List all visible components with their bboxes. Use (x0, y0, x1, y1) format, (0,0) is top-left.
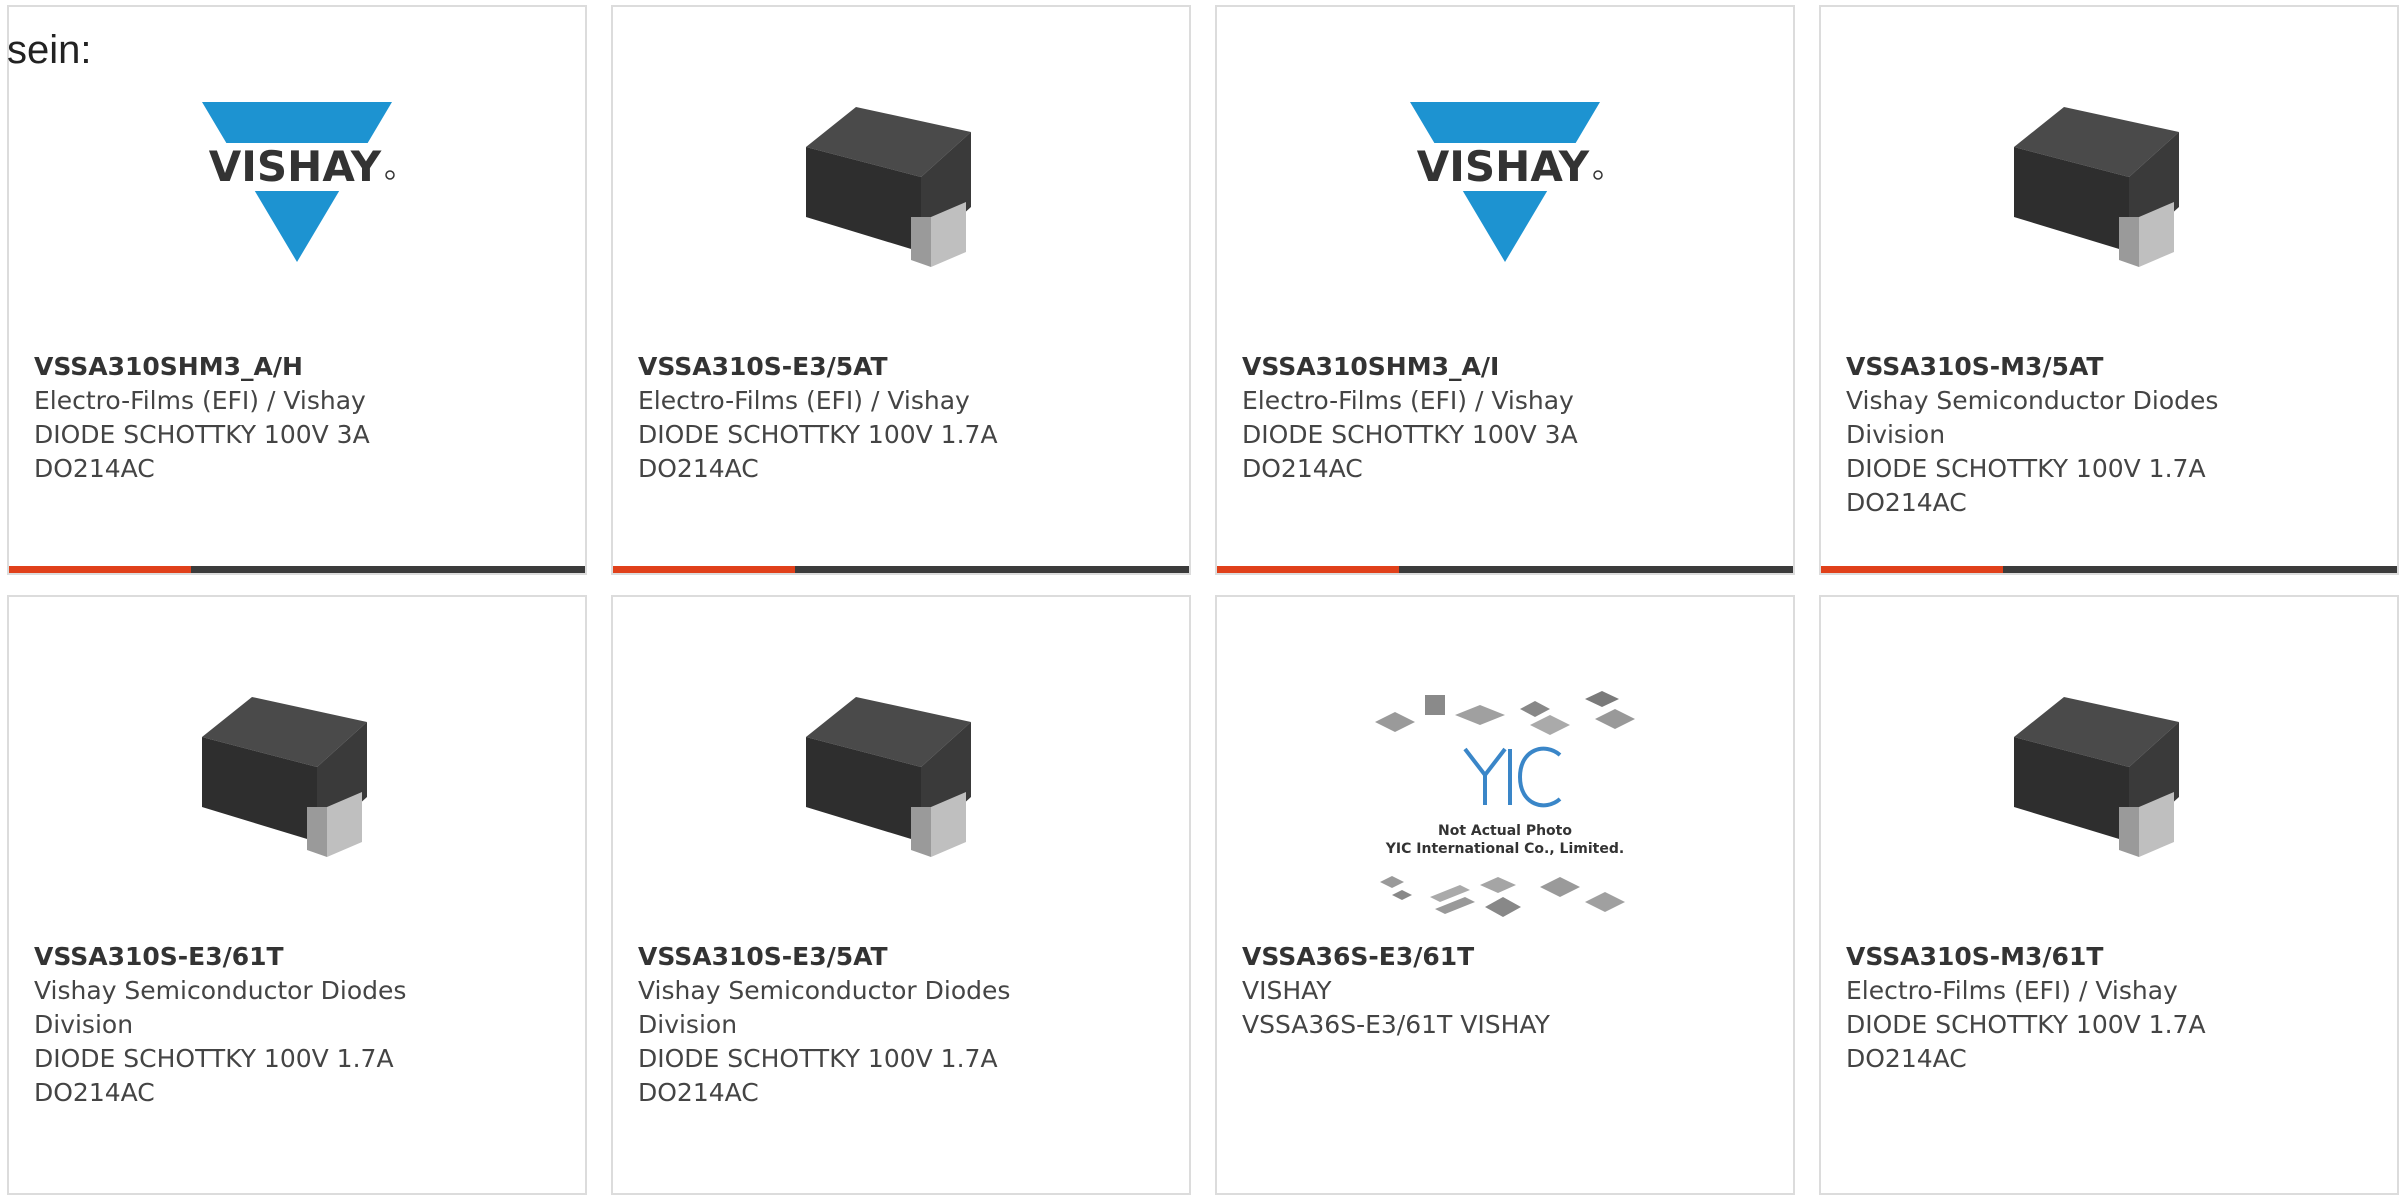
package: DO214AC (638, 1078, 759, 1107)
product-card[interactable]: VSSA310S-M3/61T Electro-Films (EFI) / Vi… (1819, 595, 2399, 1195)
description: DIODE SCHOTTKY 100V 3A (1242, 420, 1578, 449)
diode-package-icon (796, 667, 1006, 877)
package: DO214AC (1846, 488, 1967, 517)
product-card[interactable]: VSSA310S-E3/5AT Electro-Films (EFI) / Vi… (611, 5, 1191, 575)
diode-package-icon (796, 77, 1006, 287)
svg-text:VISHAY: VISHAY (1417, 142, 1590, 191)
manufacturer: Vishay Semiconductor Diodes Division (34, 976, 407, 1039)
product-card[interactable]: VISHAY VSSA310SHM3_A/H Electro-Films (EF… (7, 5, 587, 575)
product-info: VSSA310SHM3_A/I Electro-Films (EFI) / Vi… (1242, 350, 1692, 486)
description: DIODE SCHOTTKY 100V 3A (34, 420, 370, 449)
vishay-logo-text: VISHAY (209, 142, 382, 191)
description: DIODE SCHOTTKY 100V 1.7A (1846, 454, 2206, 483)
part-number[interactable]: VSSA310S-M3/61T (1846, 940, 2296, 974)
product-card[interactable]: VSSA310S-M3/5AT Vishay Semiconductor Dio… (1819, 5, 2399, 575)
card-accent (1821, 566, 2003, 573)
part-number[interactable]: VSSA310S-M3/5AT (1846, 350, 2296, 384)
vishay-logo-icon: VISHAY (197, 97, 397, 267)
card-bottom-bar (1821, 566, 2397, 573)
card-accent (9, 566, 191, 573)
card-bottom-bar (9, 566, 585, 573)
part-number[interactable]: VSSA310S-E3/61T (34, 940, 484, 974)
description: DIODE SCHOTTKY 100V 1.7A (638, 420, 998, 449)
intro-text: sein: (7, 28, 92, 72)
part-number[interactable]: VSSA310SHM3_A/I (1242, 350, 1692, 384)
card-accent (1217, 566, 1399, 573)
placeholder-line1: Not Actual Photo (1438, 823, 1572, 839)
product-card[interactable]: VSSA310S-E3/61T Vishay Semiconductor Dio… (7, 595, 587, 1195)
description: DIODE SCHOTTKY 100V 1.7A (34, 1044, 394, 1073)
manufacturer: Electro-Films (EFI) / Vishay (1242, 386, 1574, 415)
description: VSSA36S-E3/61T VISHAY (1242, 1010, 1550, 1039)
product-info: VSSA310S-E3/61T Vishay Semiconductor Dio… (34, 940, 484, 1110)
manufacturer: Vishay Semiconductor Diodes Division (1846, 386, 2219, 449)
manufacturer: Vishay Semiconductor Diodes Division (638, 976, 1011, 1039)
part-number[interactable]: VSSA36S-E3/61T (1242, 940, 1692, 974)
diode-package-icon (2004, 77, 2214, 287)
manufacturer: VISHAY (1242, 976, 1332, 1005)
product-info: VSSA36S-E3/61T VISHAY VSSA36S-E3/61T VIS… (1242, 940, 1692, 1042)
package: DO214AC (638, 454, 759, 483)
product-info: VSSA310S-E3/5AT Vishay Semiconductor Dio… (638, 940, 1088, 1110)
description: DIODE SCHOTTKY 100V 1.7A (1846, 1010, 2206, 1039)
manufacturer: Electro-Films (EFI) / Vishay (638, 386, 970, 415)
part-number[interactable]: VSSA310S-E3/5AT (638, 940, 1088, 974)
product-card[interactable]: Not Actual Photo YIC International Co., … (1215, 595, 1795, 1195)
placeholder-line2: YIC International Co., Limited. (1385, 841, 1624, 857)
card-accent (613, 566, 795, 573)
card-bottom-bar (1217, 566, 1793, 573)
product-info: VSSA310S-M3/61T Electro-Films (EFI) / Vi… (1846, 940, 2296, 1076)
vishay-logo-icon: VISHAY (1405, 97, 1605, 267)
product-card[interactable]: VISHAY VSSA310SHM3_A/I Electro-Films (EF… (1215, 5, 1795, 575)
product-info: VSSA310S-M3/5AT Vishay Semiconductor Dio… (1846, 350, 2296, 520)
part-number[interactable]: VSSA310SHM3_A/H (34, 350, 484, 384)
package: DO214AC (1846, 1044, 1967, 1073)
package: DO214AC (1242, 454, 1363, 483)
package: DO214AC (34, 454, 155, 483)
not-actual-photo-icon: Not Actual Photo YIC International Co., … (1370, 687, 1640, 927)
card-bottom-bar (613, 566, 1189, 573)
part-number[interactable]: VSSA310S-E3/5AT (638, 350, 1088, 384)
description: DIODE SCHOTTKY 100V 1.7A (638, 1044, 998, 1073)
diode-package-icon (2004, 667, 2214, 877)
manufacturer: Electro-Films (EFI) / Vishay (1846, 976, 2178, 1005)
product-info: VSSA310SHM3_A/H Electro-Films (EFI) / Vi… (34, 350, 484, 486)
package: DO214AC (34, 1078, 155, 1107)
product-info: VSSA310S-E3/5AT Electro-Films (EFI) / Vi… (638, 350, 1088, 486)
diode-package-icon (192, 667, 402, 877)
product-card[interactable]: VSSA310S-E3/5AT Vishay Semiconductor Dio… (611, 595, 1191, 1195)
manufacturer: Electro-Films (EFI) / Vishay (34, 386, 366, 415)
